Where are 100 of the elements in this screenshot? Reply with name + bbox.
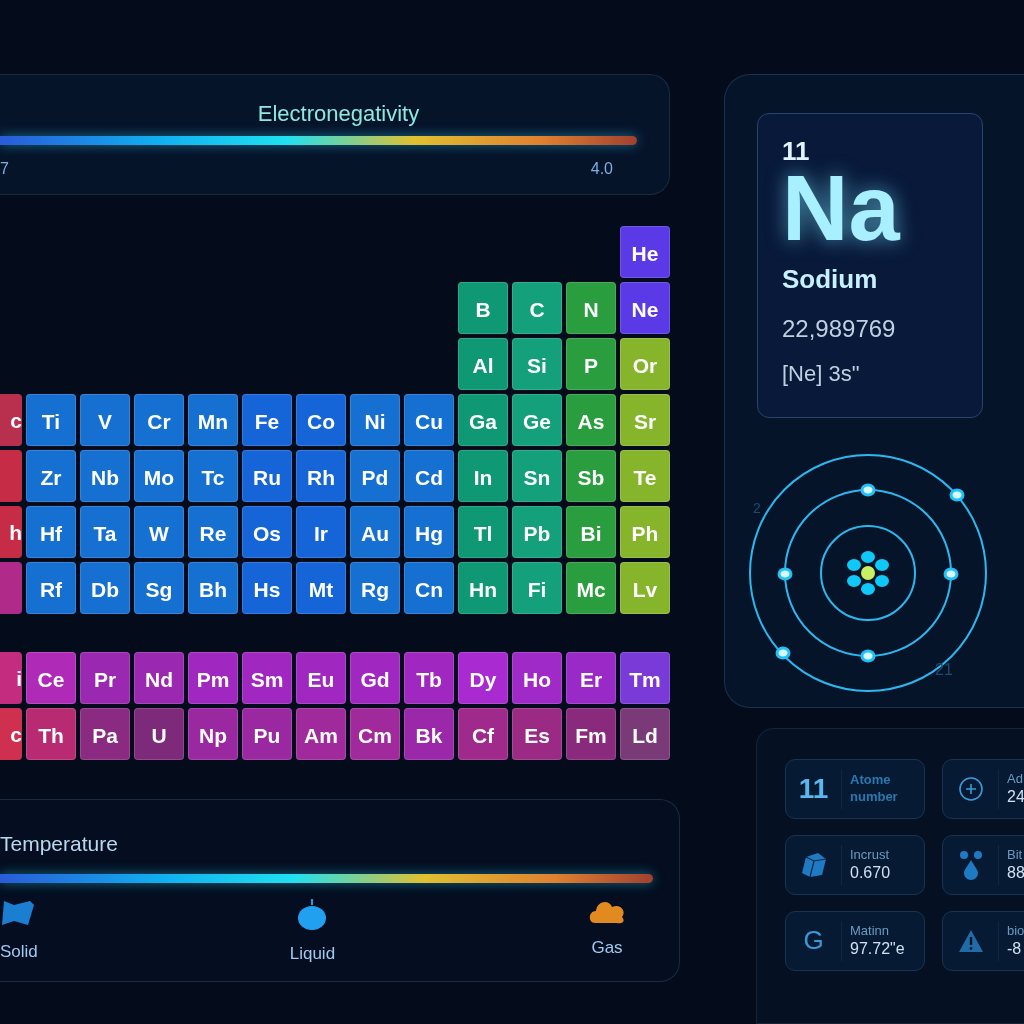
stat-value: -8 <box>1007 938 1023 959</box>
element-tile[interactable]: In <box>458 450 508 502</box>
element-tile[interactable]: N <box>566 282 616 334</box>
stat-value: 24 <box>1007 786 1024 807</box>
element-tile[interactable]: Ru <box>242 450 292 502</box>
element-tile[interactable]: W <box>134 506 184 558</box>
element-tile[interactable]: He <box>620 226 670 278</box>
element-tile[interactable]: Rh <box>296 450 346 502</box>
element-tile[interactable]: Nb <box>80 450 130 502</box>
element-tile[interactable]: Ld <box>620 708 670 760</box>
element-tile[interactable]: Mt <box>296 562 346 614</box>
element-tile[interactable]: Es <box>512 708 562 760</box>
element-tile[interactable]: Ho <box>512 652 562 704</box>
element-tile[interactable]: Cr <box>134 394 184 446</box>
element-tile[interactable]: Bk <box>404 708 454 760</box>
element-tile[interactable]: Hg <box>404 506 454 558</box>
element-tile[interactable]: Np <box>188 708 238 760</box>
element-tile[interactable]: h <box>0 506 22 558</box>
element-tile[interactable]: Mc <box>566 562 616 614</box>
element-tile[interactable]: Sg <box>134 562 184 614</box>
element-tile[interactable]: Ni <box>350 394 400 446</box>
element-tile[interactable]: Ir <box>296 506 346 558</box>
element-tile[interactable]: Cn <box>404 562 454 614</box>
electron-configuration: [Ne] 3s" <box>782 360 861 388</box>
drop-icon <box>296 896 329 931</box>
element-tile[interactable]: Sm <box>242 652 292 704</box>
element-tile[interactable]: Pa <box>80 708 130 760</box>
element-tile[interactable]: Si <box>512 338 562 390</box>
element-tile[interactable]: Mn <box>188 394 238 446</box>
letter-symbol: G <box>803 924 824 958</box>
element-tile[interactable] <box>0 450 22 502</box>
element-tile[interactable]: Al <box>458 338 508 390</box>
scale-title: Electronegativity <box>257 100 420 128</box>
element-tile[interactable]: Gd <box>350 652 400 704</box>
element-tile[interactable]: Cd <box>404 450 454 502</box>
element-tile[interactable]: Pm <box>188 652 238 704</box>
element-tile[interactable]: c <box>0 708 22 760</box>
element-tile[interactable]: Ge <box>512 394 562 446</box>
cube-icon <box>799 850 828 879</box>
element-tile[interactable]: Pr <box>80 652 130 704</box>
element-tile[interactable]: B <box>458 282 508 334</box>
phase-label: Solid <box>0 940 38 963</box>
element-tile[interactable]: Ce <box>26 652 76 704</box>
element-tile[interactable]: U <box>134 708 184 760</box>
element-tile[interactable]: V <box>80 394 130 446</box>
element-tile[interactable]: Mo <box>134 450 184 502</box>
element-tile[interactable] <box>0 562 22 614</box>
element-tile[interactable]: Cu <box>404 394 454 446</box>
stat-value: 88 <box>1007 862 1024 883</box>
element-tile[interactable]: Au <box>350 506 400 558</box>
element-tile[interactable]: Fe <box>242 394 292 446</box>
stat-number: 11 <box>798 771 829 806</box>
element-tile[interactable]: Hn <box>458 562 508 614</box>
element-tile[interactable]: Ne <box>620 282 670 334</box>
element-tile[interactable]: Rg <box>350 562 400 614</box>
element-tile[interactable]: Bi <box>566 506 616 558</box>
element-tile[interactable]: Dy <box>458 652 508 704</box>
element-tile[interactable]: Cm <box>350 708 400 760</box>
element-tile[interactable]: Fi <box>512 562 562 614</box>
stat-label: Atome number <box>850 772 899 805</box>
element-tile[interactable]: Os <box>242 506 292 558</box>
element-tile[interactable]: Er <box>566 652 616 704</box>
element-tile[interactable]: Fm <box>566 708 616 760</box>
element-tile[interactable]: Db <box>80 562 130 614</box>
element-tile[interactable]: Cf <box>458 708 508 760</box>
element-symbol: Na <box>782 162 902 254</box>
stat-value: 0.670 <box>850 862 891 883</box>
element-tile[interactable]: Bh <box>188 562 238 614</box>
element-tile[interactable]: Ta <box>80 506 130 558</box>
element-tile[interactable]: Ga <box>458 394 508 446</box>
element-tile[interactable]: P <box>566 338 616 390</box>
element-tile[interactable]: Tc <box>188 450 238 502</box>
plus-circle-icon <box>957 775 984 802</box>
element-tile[interactable]: Co <box>296 394 346 446</box>
element-tile[interactable]: Hf <box>26 506 76 558</box>
element-tile[interactable]: As <box>566 394 616 446</box>
element-tile[interactable]: i <box>0 652 22 704</box>
element-tile[interactable]: Tl <box>458 506 508 558</box>
element-tile[interactable]: Rf <box>26 562 76 614</box>
element-tile[interactable]: Pb <box>512 506 562 558</box>
element-tile[interactable]: c <box>0 394 22 446</box>
scale-title: Temperature <box>0 831 119 857</box>
element-tile[interactable]: Eu <box>296 652 346 704</box>
element-tile[interactable]: Hs <box>242 562 292 614</box>
element-tile[interactable]: Sb <box>566 450 616 502</box>
element-tile[interactable]: Tb <box>404 652 454 704</box>
element-tile[interactable]: Nd <box>134 652 184 704</box>
element-tile[interactable]: Sn <box>512 450 562 502</box>
drops-icon <box>958 849 983 880</box>
element-tile[interactable]: Pd <box>350 450 400 502</box>
element-tile[interactable]: Re <box>188 506 238 558</box>
element-tile[interactable]: Ti <box>26 394 76 446</box>
element-tile[interactable]: Am <box>296 708 346 760</box>
element-tile[interactable]: Th <box>26 708 76 760</box>
element-tile[interactable]: Tm <box>620 652 670 704</box>
stat-label: Matinn <box>850 922 891 939</box>
element-tile[interactable]: Zr <box>26 450 76 502</box>
element-tile[interactable]: Pu <box>242 708 292 760</box>
phase-label: Liquid <box>289 942 336 965</box>
element-tile[interactable]: C <box>512 282 562 334</box>
